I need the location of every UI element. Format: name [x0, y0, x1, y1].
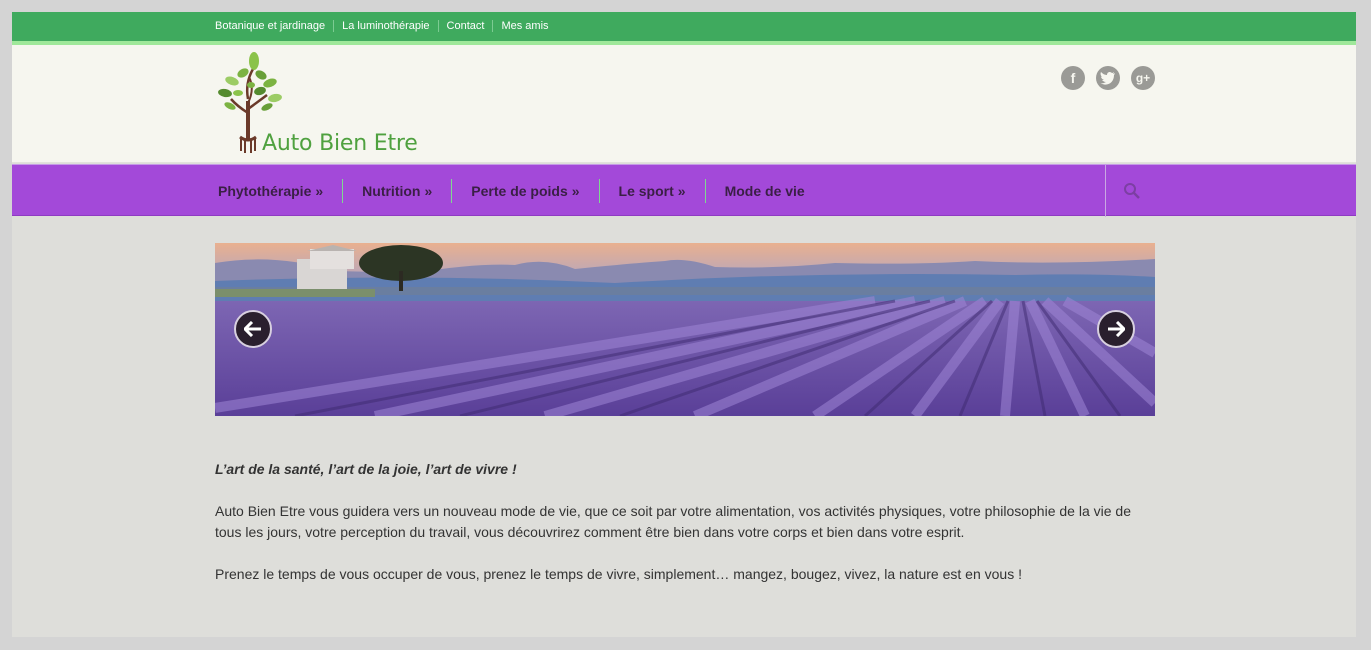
nav-item-mode-de-vie[interactable]: Mode de vie — [704, 179, 824, 203]
closing-paragraph: Prenez le temps de vous occuper de vous,… — [215, 566, 1022, 582]
nav-item-label: Perte de poids — [471, 183, 568, 199]
tagline: L’art de la santé, l’art de la joie, l’a… — [215, 461, 517, 477]
nav-item-perte-de-poids[interactable]: Perte de poids» — [451, 179, 598, 203]
lavender-field-image — [215, 243, 1155, 416]
toplink-contact[interactable]: Contact — [437, 20, 493, 32]
submenu-arrow-icon: » — [677, 183, 686, 199]
submenu-arrow-icon: » — [424, 183, 433, 199]
toplink-luminotherapie[interactable]: La luminothérapie — [333, 20, 437, 32]
facebook-icon[interactable]: f — [1061, 66, 1085, 90]
main-content: L’art de la santé, l’art de la joie, l’a… — [215, 459, 1160, 606]
nav-item-phytotherapie[interactable]: Phytothérapie» — [215, 179, 342, 203]
nav-divider — [1105, 165, 1106, 217]
twitter-icon[interactable] — [1096, 66, 1120, 90]
site-logo[interactable]: Auto Bien Etre — [215, 51, 430, 156]
submenu-arrow-icon: » — [315, 183, 324, 199]
page-frame: Botanique et jardinage La luminothérapie… — [12, 12, 1356, 637]
twitter-bird-glyph — [1100, 71, 1115, 85]
social-links: f g+ — [1061, 66, 1155, 90]
toplink-botanique[interactable]: Botanique et jardinage — [215, 20, 333, 32]
slider-next-button[interactable] — [1097, 310, 1135, 348]
nav-item-label: Phytothérapie — [218, 183, 312, 199]
nav-item-label: Mode de vie — [724, 183, 805, 199]
google-plus-icon[interactable]: g+ — [1131, 66, 1155, 90]
intro-paragraph: Auto Bien Etre vous guidera vers un nouv… — [215, 503, 1131, 540]
top-bar: Botanique et jardinage La luminothérapie… — [12, 12, 1356, 41]
top-links: Botanique et jardinage La luminothérapie… — [215, 20, 557, 32]
image-slider — [215, 243, 1155, 416]
nav-item-le-sport[interactable]: Le sport» — [598, 179, 705, 203]
arrow-right-icon — [1108, 321, 1125, 337]
main-nav: Phytothérapie» Nutrition» Perte de poids… — [12, 164, 1356, 217]
nav-item-label: Le sport — [618, 183, 674, 199]
nav-item-nutrition[interactable]: Nutrition» — [342, 179, 451, 203]
logo-text: Auto Bien Etre — [262, 131, 418, 156]
nav-items: Phytothérapie» Nutrition» Perte de poids… — [215, 165, 824, 217]
arrow-left-icon — [244, 321, 261, 337]
toplink-mes-amis[interactable]: Mes amis — [492, 20, 556, 32]
nav-item-label: Nutrition — [362, 183, 421, 199]
submenu-arrow-icon: » — [571, 183, 580, 199]
site-header: Auto Bien Etre f g+ — [12, 45, 1356, 163]
slider-prev-button[interactable] — [234, 310, 272, 348]
search-icon[interactable] — [1123, 182, 1141, 200]
